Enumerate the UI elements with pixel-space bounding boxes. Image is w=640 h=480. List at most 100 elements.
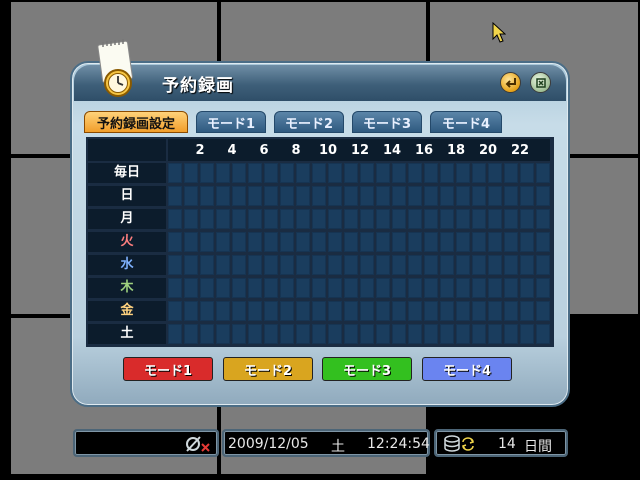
schedule-cell[interactable] xyxy=(456,278,470,298)
schedule-cell[interactable] xyxy=(280,255,294,275)
schedule-cell[interactable] xyxy=(312,209,326,229)
schedule-cell[interactable] xyxy=(328,163,342,183)
schedule-cell[interactable] xyxy=(424,255,438,275)
schedule-cell[interactable] xyxy=(312,186,326,206)
schedule-cell[interactable] xyxy=(184,232,198,252)
schedule-cell[interactable] xyxy=(264,255,278,275)
schedule-cell[interactable] xyxy=(216,324,230,344)
enter-button[interactable] xyxy=(500,72,521,93)
schedule-cell[interactable] xyxy=(296,324,310,344)
schedule-cell[interactable] xyxy=(280,163,294,183)
schedule-cell[interactable] xyxy=(392,163,406,183)
schedule-cell[interactable] xyxy=(536,301,550,321)
schedule-cell[interactable] xyxy=(232,232,246,252)
schedule-cell[interactable] xyxy=(472,163,486,183)
schedule-cell[interactable] xyxy=(200,278,214,298)
schedule-cell[interactable] xyxy=(472,232,486,252)
schedule-cell[interactable] xyxy=(168,301,182,321)
schedule-cell[interactable] xyxy=(264,232,278,252)
schedule-cell[interactable] xyxy=(344,209,358,229)
schedule-cell[interactable] xyxy=(216,163,230,183)
schedule-cell[interactable] xyxy=(328,301,342,321)
schedule-cell[interactable] xyxy=(168,324,182,344)
schedule-cell[interactable] xyxy=(280,186,294,206)
schedule-cell[interactable] xyxy=(312,301,326,321)
schedule-cell[interactable] xyxy=(280,301,294,321)
schedule-cell[interactable] xyxy=(360,163,374,183)
schedule-cell[interactable] xyxy=(296,209,310,229)
schedule-cell[interactable] xyxy=(312,163,326,183)
schedule-cell[interactable] xyxy=(472,186,486,206)
schedule-cell[interactable] xyxy=(248,186,262,206)
schedule-cell[interactable] xyxy=(328,255,342,275)
schedule-cell[interactable] xyxy=(360,301,374,321)
schedule-cell[interactable] xyxy=(408,186,422,206)
schedule-cell[interactable] xyxy=(408,209,422,229)
schedule-cell[interactable] xyxy=(488,232,502,252)
schedule-cell[interactable] xyxy=(344,324,358,344)
schedule-cell[interactable] xyxy=(456,301,470,321)
schedule-cell[interactable] xyxy=(440,209,454,229)
schedule-cell[interactable] xyxy=(440,232,454,252)
schedule-cell[interactable] xyxy=(248,232,262,252)
schedule-cell[interactable] xyxy=(520,278,534,298)
schedule-cell[interactable] xyxy=(536,186,550,206)
schedule-cell[interactable] xyxy=(312,324,326,344)
mode-2-button[interactable]: モード2 xyxy=(223,357,313,381)
schedule-cell[interactable] xyxy=(536,278,550,298)
schedule-cell[interactable] xyxy=(504,232,518,252)
tab-reservation-settings[interactable]: 予約録画設定 xyxy=(84,111,188,133)
schedule-cell[interactable] xyxy=(200,255,214,275)
schedule-cell[interactable] xyxy=(520,324,534,344)
schedule-cell[interactable] xyxy=(392,255,406,275)
schedule-cell[interactable] xyxy=(344,186,358,206)
schedule-cell[interactable] xyxy=(328,186,342,206)
schedule-cell[interactable] xyxy=(392,301,406,321)
schedule-cell[interactable] xyxy=(520,186,534,206)
schedule-cell[interactable] xyxy=(504,278,518,298)
schedule-cell[interactable] xyxy=(248,255,262,275)
schedule-cell[interactable] xyxy=(504,255,518,275)
schedule-cell[interactable] xyxy=(216,209,230,229)
schedule-cell[interactable] xyxy=(456,324,470,344)
schedule-cell[interactable] xyxy=(408,163,422,183)
schedule-cell[interactable] xyxy=(440,186,454,206)
schedule-cell[interactable] xyxy=(376,232,390,252)
schedule-cell[interactable] xyxy=(360,232,374,252)
schedule-cell[interactable] xyxy=(248,278,262,298)
schedule-cell[interactable] xyxy=(456,186,470,206)
schedule-cell[interactable] xyxy=(488,255,502,275)
mode-4-button[interactable]: モード4 xyxy=(422,357,512,381)
schedule-cell[interactable] xyxy=(312,232,326,252)
schedule-cell[interactable] xyxy=(216,278,230,298)
schedule-cell[interactable] xyxy=(424,278,438,298)
schedule-cell[interactable] xyxy=(184,186,198,206)
mode-1-button[interactable]: モード1 xyxy=(123,357,213,381)
schedule-cell[interactable] xyxy=(216,301,230,321)
schedule-cell[interactable] xyxy=(360,324,374,344)
schedule-cell[interactable] xyxy=(344,255,358,275)
schedule-cell[interactable] xyxy=(520,163,534,183)
schedule-cell[interactable] xyxy=(536,255,550,275)
schedule-cell[interactable] xyxy=(344,301,358,321)
schedule-cell[interactable] xyxy=(456,163,470,183)
schedule-cell[interactable] xyxy=(168,255,182,275)
schedule-cell[interactable] xyxy=(328,232,342,252)
schedule-cell[interactable] xyxy=(184,209,198,229)
schedule-cell[interactable] xyxy=(264,301,278,321)
schedule-cell[interactable] xyxy=(232,255,246,275)
schedule-cell[interactable] xyxy=(472,278,486,298)
schedule-cell[interactable] xyxy=(280,232,294,252)
schedule-cell[interactable] xyxy=(440,301,454,321)
schedule-cell[interactable] xyxy=(248,301,262,321)
schedule-cell[interactable] xyxy=(536,163,550,183)
schedule-cell[interactable] xyxy=(232,278,246,298)
schedule-cell[interactable] xyxy=(504,209,518,229)
schedule-cell[interactable] xyxy=(344,278,358,298)
schedule-cell[interactable] xyxy=(344,163,358,183)
schedule-cell[interactable] xyxy=(264,186,278,206)
schedule-cell[interactable] xyxy=(296,255,310,275)
schedule-cell[interactable] xyxy=(168,232,182,252)
schedule-cell[interactable] xyxy=(456,209,470,229)
schedule-cell[interactable] xyxy=(344,232,358,252)
